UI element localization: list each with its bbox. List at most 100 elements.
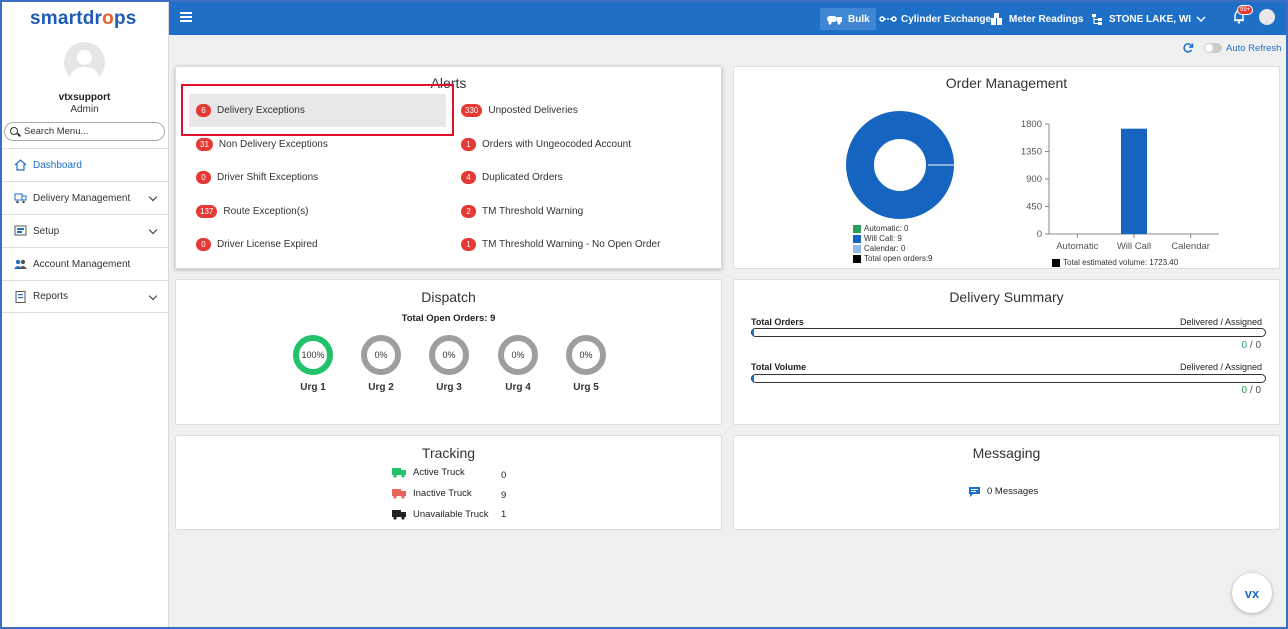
search-input[interactable] — [24, 126, 154, 137]
legend-label: Total estimated volume: 1723.40 — [1063, 258, 1179, 267]
urgency-ring-1[interactable]: 100% — [293, 335, 333, 375]
tracking-title: Tracking — [421, 445, 476, 461]
delivered-count: 0 — [1241, 385, 1248, 396]
top-navbar: Bulk Cylinder Exchange Meter Readings ST… — [169, 0, 1288, 35]
legend-total-volume: Total estimated volume: 1723.40 — [1052, 258, 1178, 267]
user-avatar-icon[interactable] — [1259, 9, 1275, 25]
inactive-truck-count: 9 — [501, 490, 507, 501]
app-logo[interactable]: smartdrops — [30, 8, 137, 30]
sidebar-item-account-management[interactable]: Account Management — [0, 247, 168, 280]
sidebar-item-label: Delivery Management — [33, 192, 131, 204]
total-volume-label: Total Volume — [751, 362, 807, 372]
home-icon — [14, 159, 27, 171]
y-tick-label: 900 — [1026, 174, 1042, 185]
auto-refresh-toggle[interactable] — [1204, 43, 1222, 53]
ring-value: 0% — [579, 350, 593, 360]
refresh-icon[interactable] — [1182, 42, 1194, 54]
total-orders-label: Total Orders — [751, 317, 804, 327]
active-truck-label: Active Truck — [413, 467, 465, 478]
alert-count: 0 — [196, 237, 211, 251]
user-name: vtxsupport — [58, 92, 111, 103]
messages-count-label[interactable]: 0 Messages — [987, 486, 1038, 497]
meter-readings-button[interactable]: Meter Readings — [983, 8, 1089, 30]
sidebar: smartdrops vtxsupport Admin Dashboard De… — [0, 0, 169, 629]
chevron-down-icon — [148, 225, 158, 235]
chevron-down-icon — [148, 291, 158, 301]
alert-non-delivery-exceptions[interactable]: 31 Non Delivery Exceptions — [196, 135, 328, 153]
alert-tm-threshold-no-open-order[interactable]: 1 TM Threshold Warning - No Open Order — [461, 235, 660, 253]
urgency-ring-4[interactable]: 0% — [498, 335, 538, 375]
search-icon — [10, 126, 20, 137]
y-tick-label: 1350 — [1021, 147, 1042, 158]
alert-count: 0 — [196, 170, 211, 184]
user-role: Admin — [70, 104, 99, 115]
ring-value: 0% — [511, 350, 525, 360]
sidebar-item-setup[interactable]: Setup — [0, 214, 168, 247]
urgency-ring-3[interactable]: 0% — [429, 335, 469, 375]
alert-count: 1 — [461, 137, 476, 151]
alert-ungeocoded-account[interactable]: 1 Orders with Ungeocoded Account — [461, 135, 631, 153]
delivery-summary-title: Delivery Summary — [949, 289, 1064, 305]
chevron-down-icon — [148, 192, 158, 202]
unavailable-truck-label: Unavailable Truck — [413, 509, 489, 520]
sidebar-item-label: Dashboard — [33, 159, 82, 171]
location-selector[interactable]: STONE LAKE, WI — [1086, 8, 1216, 30]
sidebar-item-delivery-management[interactable]: Delivery Management — [0, 181, 168, 214]
total-orders-right-label: Delivered / Assigned — [1179, 317, 1262, 327]
alert-driver-license-expired[interactable]: 0 Driver License Expired — [196, 235, 318, 253]
orders-donut-chart — [846, 111, 954, 219]
legend-label: Calendar: 0 — [864, 244, 906, 253]
profile-avatar[interactable] — [64, 42, 105, 83]
setup-icon — [14, 225, 27, 236]
legend-swatch — [853, 224, 861, 233]
alert-count: 1 — [461, 237, 476, 251]
legend-swatch — [853, 254, 861, 263]
alert-duplicated-orders[interactable]: 4 Duplicated Orders — [461, 168, 563, 186]
order-management-card: Order Management Automatic: 0 Will Call:… — [733, 66, 1280, 269]
x-tick-label: Automatic — [1056, 241, 1098, 252]
ring-value: 100% — [301, 350, 325, 360]
total-orders-progress — [751, 328, 1266, 337]
alert-label: Driver Shift Exceptions — [217, 171, 319, 183]
inactive-truck-icon — [392, 489, 406, 499]
legend-swatch — [853, 234, 861, 243]
total-orders-fraction: 0 / 0 — [1242, 340, 1261, 351]
sidebar-item-label: Setup — [33, 225, 60, 237]
alert-label: Orders with Ungeocoded Account — [482, 138, 631, 150]
alert-label: Unposted Deliveries — [488, 104, 578, 116]
x-tick-label: Calendar — [1171, 241, 1210, 252]
cylinder-exchange-button[interactable]: Cylinder Exchange — [873, 8, 997, 30]
urgency-ring-2[interactable]: 0% — [361, 335, 401, 375]
alert-tm-threshold-warning[interactable]: 2 TM Threshold Warning — [461, 202, 583, 220]
alert-unposted-deliveries[interactable]: 330 Unposted Deliveries — [461, 101, 578, 119]
urgency-label-1: Urg 1 — [300, 382, 326, 393]
meter-readings-label: Meter Readings — [1009, 13, 1084, 25]
order-management-title: Order Management — [945, 75, 1068, 91]
menu-toggle-icon[interactable] — [180, 12, 192, 22]
sidebar-item-reports[interactable]: Reports — [0, 280, 168, 313]
location-tree-icon — [1092, 14, 1102, 25]
urgency-label-4: Urg 4 — [505, 382, 531, 393]
messaging-title: Messaging — [972, 445, 1041, 461]
alert-count: 137 — [196, 204, 218, 218]
ring-value: 0% — [374, 350, 388, 360]
alert-route-exceptions[interactable]: 137 Route Exception(s) — [196, 202, 308, 220]
alert-label: Non Delivery Exceptions — [218, 138, 328, 150]
dispatch-title: Dispatch — [421, 289, 476, 305]
unavailable-truck-count: 1 — [501, 509, 507, 520]
cylinder-exchange-icon — [879, 16, 897, 22]
bulk-button[interactable]: Bulk — [820, 8, 876, 30]
legend-will-call: Will Call: 9 — [853, 234, 902, 243]
fraction-separator: / — [1249, 340, 1253, 351]
alert-driver-shift-exceptions[interactable]: 0 Driver Shift Exceptions — [196, 168, 318, 186]
urgency-ring-5[interactable]: 0% — [566, 335, 606, 375]
search-menu — [4, 122, 165, 141]
location-label: STONE LAKE, WI — [1109, 13, 1192, 25]
legend-automatic: Automatic: 0 — [853, 224, 908, 233]
messaging-card: Messaging 0 Messages — [733, 435, 1280, 530]
legend-calendar: Calendar: 0 — [853, 244, 905, 253]
sidebar-item-dashboard[interactable]: Dashboard — [0, 148, 168, 181]
report-icon — [15, 290, 26, 303]
help-chat-button[interactable]: vx — [1232, 573, 1272, 613]
legend-label: Will Call: 9 — [864, 234, 902, 243]
